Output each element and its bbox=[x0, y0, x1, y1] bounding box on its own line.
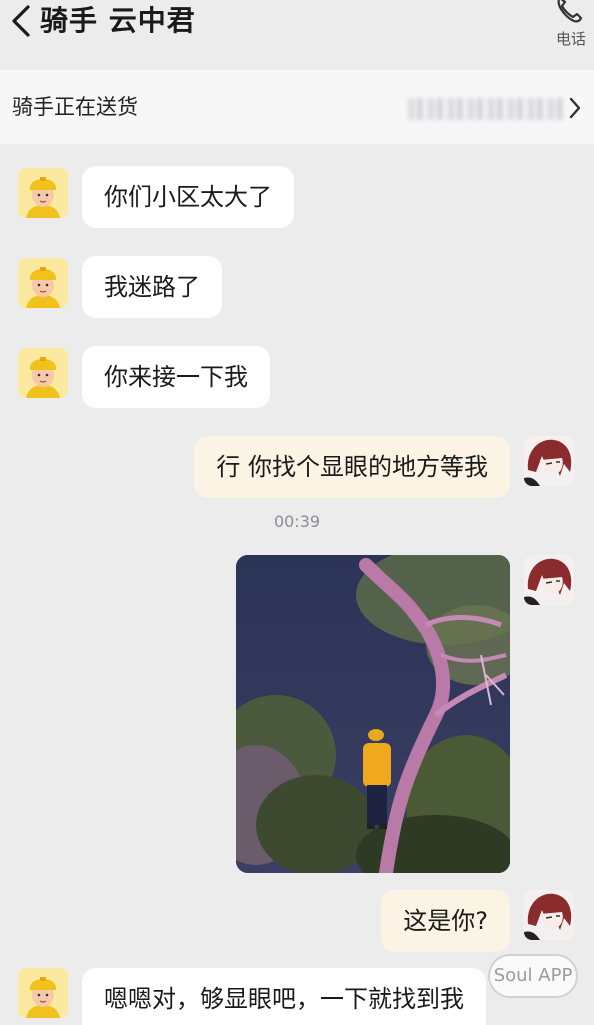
soul-app-watermark: Soul APP bbox=[488, 954, 578, 998]
back-icon[interactable] bbox=[8, 4, 34, 38]
delivery-status-bar[interactable]: 骑手正在送货 bbox=[0, 70, 594, 144]
rider-avatar-illustration bbox=[18, 258, 68, 308]
message-timestamp: 00:39 bbox=[273, 512, 321, 531]
chevron-right-icon[interactable] bbox=[568, 96, 582, 120]
phone-icon[interactable] bbox=[554, 0, 584, 24]
user-avatar-illustration bbox=[524, 555, 574, 605]
rider-avatar[interactable] bbox=[18, 168, 68, 218]
rider-avatar-illustration bbox=[18, 348, 68, 398]
message-photo[interactable] bbox=[236, 555, 510, 873]
rider-avatar[interactable] bbox=[18, 968, 68, 1018]
user-avatar-illustration bbox=[524, 436, 574, 486]
user-avatar-illustration bbox=[524, 890, 574, 940]
rider-avatar[interactable] bbox=[18, 258, 68, 308]
message-bubble[interactable]: 我迷路了 bbox=[82, 256, 222, 318]
user-avatar[interactable] bbox=[524, 555, 574, 605]
chat-header: 骑手 云中君 电话 bbox=[0, 0, 594, 66]
user-avatar[interactable] bbox=[524, 436, 574, 486]
message-bubble[interactable]: 你们小区太大了 bbox=[82, 166, 294, 228]
rider-avatar-illustration bbox=[18, 168, 68, 218]
rider-avatar[interactable] bbox=[18, 348, 68, 398]
photo-rider-in-tree bbox=[236, 555, 510, 873]
chat-screen: 骑手 云中君 电话 骑手正在送货 你们小区太大了 我迷路了 你来接一下我 行 你… bbox=[0, 0, 594, 1025]
phone-label[interactable]: 电话 bbox=[556, 28, 586, 49]
delivery-status-text: 骑手正在送货 bbox=[12, 95, 138, 119]
message-bubble[interactable]: 你来接一下我 bbox=[82, 346, 270, 408]
rider-avatar-illustration bbox=[18, 968, 68, 1018]
message-bubble[interactable]: 这是你? bbox=[381, 890, 510, 952]
chat-title: 骑手 云中君 bbox=[40, 4, 196, 37]
message-bubble[interactable]: 行 你找个显眼的地方等我 bbox=[194, 436, 510, 498]
blurred-delivery-info bbox=[408, 98, 564, 120]
user-avatar[interactable] bbox=[524, 890, 574, 940]
message-bubble[interactable]: 嗯嗯对，够显眼吧，一下就找到我 bbox=[82, 968, 486, 1025]
